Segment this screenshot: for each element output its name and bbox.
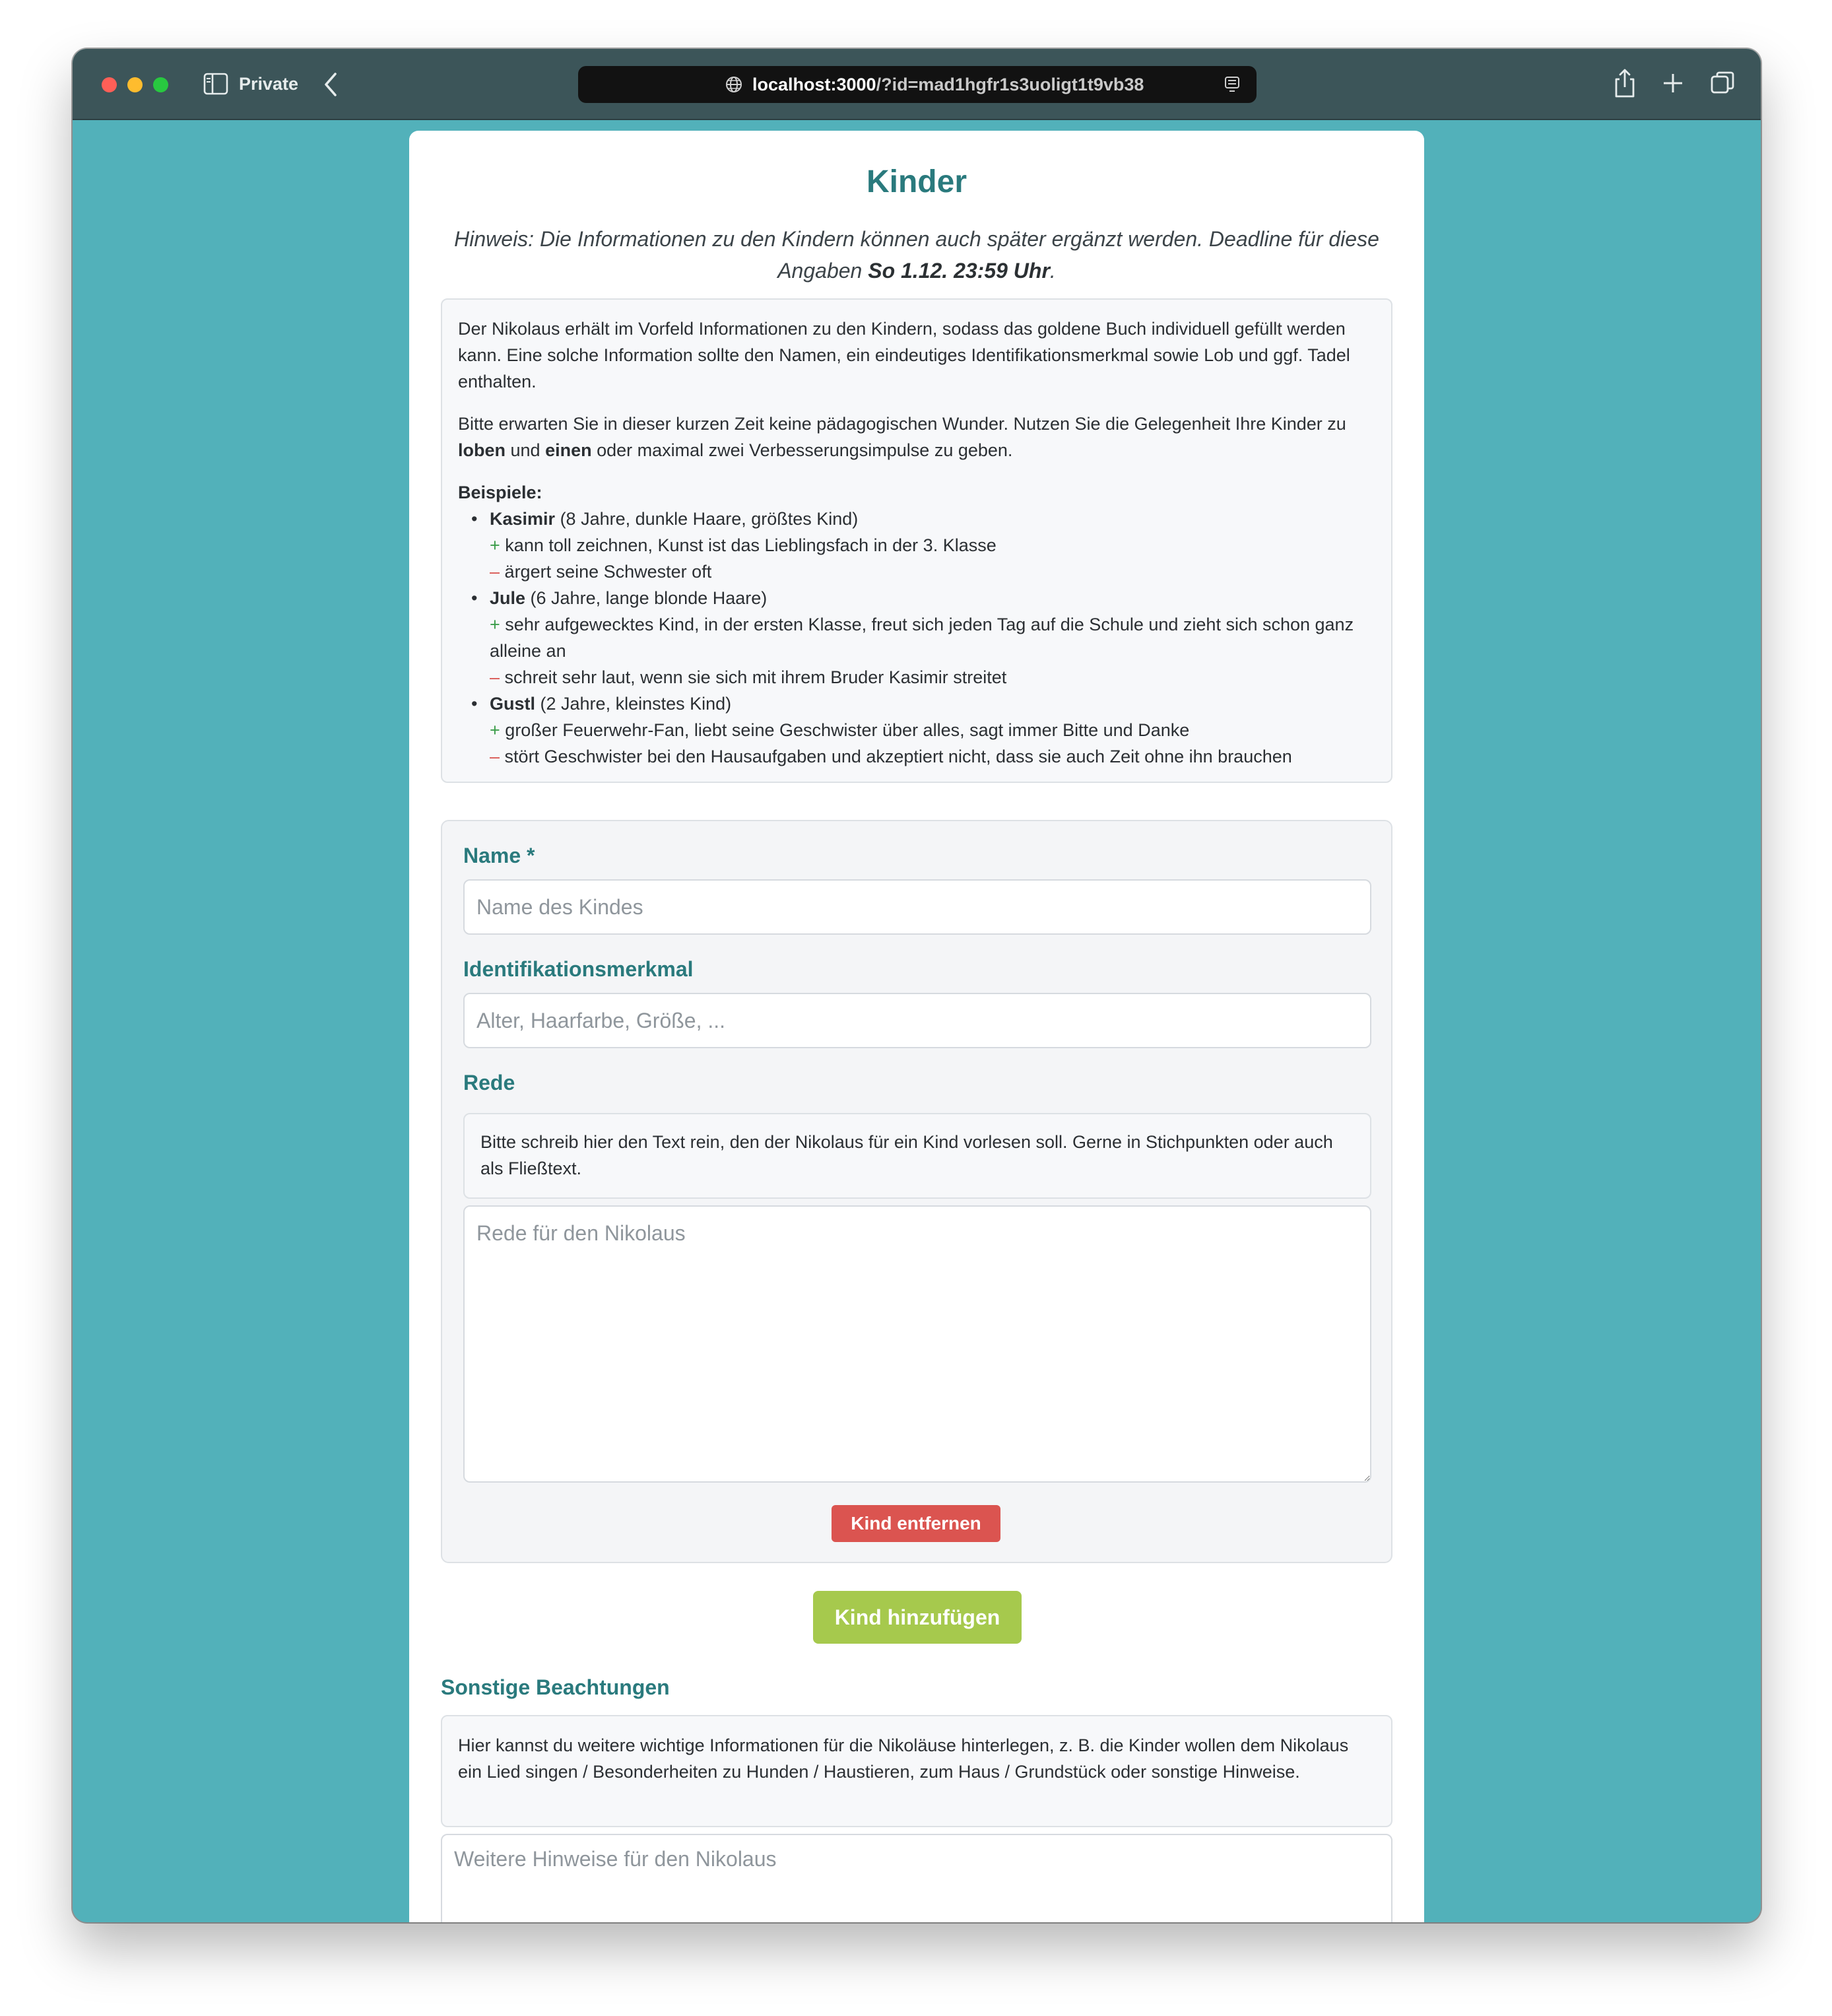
share-icon[interactable] bbox=[1612, 67, 1638, 99]
globe-icon bbox=[726, 77, 742, 92]
other-notes-textarea[interactable] bbox=[441, 1834, 1392, 1922]
example-desc: (8 Jahre, dunkle Haare, größtes Kind) bbox=[555, 509, 859, 529]
minus-sign: – bbox=[490, 562, 500, 582]
info-text: oder maximal zwei Verbesserungsimpulse z… bbox=[591, 440, 1013, 460]
hint-end: . bbox=[1049, 259, 1056, 283]
examples-heading: Beispiele: bbox=[458, 483, 542, 502]
info-paragraph-1: Der Nikolaus erhält im Vorfeld Informati… bbox=[458, 319, 1350, 391]
speech-hint: Bitte schreib hier den Text rein, den de… bbox=[463, 1113, 1371, 1199]
identification-input[interactable] bbox=[463, 993, 1371, 1048]
other-notes-title: Sonstige Beachtungen bbox=[441, 1675, 670, 1699]
identification-label: Identifikationsmerkmal bbox=[463, 957, 694, 981]
chevron-left-icon[interactable] bbox=[321, 70, 341, 99]
info-text: und bbox=[506, 440, 546, 460]
child-form: Name * Identifikationsmerkmal Rede Bitte… bbox=[441, 820, 1392, 1563]
plus-sign: + bbox=[490, 615, 500, 634]
speech-label: Rede bbox=[463, 1071, 515, 1094]
browser-window: Private localhost:3000/?id=mad1hgfr1s3uo… bbox=[73, 49, 1761, 1922]
deadline-hint: Hinweis: Die Informationen zu den Kinder… bbox=[440, 223, 1394, 286]
example-praise: großer Feuerwehr-Fan, liebt seine Geschw… bbox=[505, 720, 1190, 740]
minus-sign: – bbox=[490, 747, 500, 766]
example-name: Jule bbox=[490, 588, 526, 608]
address-bar[interactable]: localhost:3000/?id=mad1hgfr1s3uoligt1t9v… bbox=[578, 66, 1257, 103]
info-bold: einen bbox=[545, 440, 592, 460]
example-desc: (6 Jahre, lange blonde Haare) bbox=[525, 588, 768, 608]
add-child-button[interactable]: Kind hinzufügen bbox=[813, 1591, 1022, 1644]
example-criticism: stört Geschwister bei den Hausaufgaben u… bbox=[504, 747, 1292, 766]
info-bold: loben bbox=[458, 440, 506, 460]
example-desc: (2 Jahre, kleinstes Kind) bbox=[535, 694, 732, 714]
name-label: Name * bbox=[463, 844, 535, 867]
list-item: Jule (6 Jahre, lange blonde Haare) + seh… bbox=[471, 585, 1375, 690]
reader-icon[interactable] bbox=[1224, 75, 1241, 94]
list-item: Gustl (2 Jahre, kleinstes Kind) + großer… bbox=[471, 690, 1375, 770]
url-text: localhost:3000/?id=mad1hgfr1s3uoligt1t9v… bbox=[752, 75, 1144, 95]
examples-list: Kasimir (8 Jahre, dunkle Haare, größtes … bbox=[458, 506, 1375, 770]
hint-deadline: So 1.12. 23:59 Uhr bbox=[868, 259, 1050, 283]
child-name-input[interactable] bbox=[463, 879, 1371, 935]
example-criticism: ärgert seine Schwester oft bbox=[504, 562, 712, 582]
info-paragraph-2: Bitte erwarten Sie in dieser kurzen Zeit… bbox=[458, 411, 1375, 463]
zoom-window-button[interactable] bbox=[153, 77, 168, 92]
other-notes-hint: Hier kannst du weitere wichtige Informat… bbox=[441, 1715, 1392, 1827]
info-box: Der Nikolaus erhält im Vorfeld Informati… bbox=[441, 298, 1392, 783]
page-viewport[interactable]: Kinder Hinweis: Die Informationen zu den… bbox=[73, 120, 1761, 1922]
example-praise: kann toll zeichnen, Kunst ist das Liebli… bbox=[505, 535, 997, 555]
minimize-window-button[interactable] bbox=[127, 77, 143, 92]
remove-child-button[interactable]: Kind entfernen bbox=[832, 1505, 1000, 1542]
url-path: /?id=mad1hgfr1s3uoligt1t9vb38 bbox=[876, 75, 1144, 94]
url-host: localhost:3000 bbox=[752, 75, 876, 94]
example-praise: sehr aufgewecktes Kind, in der ersten Kl… bbox=[490, 615, 1354, 661]
sidebar-icon[interactable] bbox=[203, 73, 228, 95]
browser-toolbar: Private localhost:3000/?id=mad1hgfr1s3uo… bbox=[73, 49, 1761, 120]
list-item: Kasimir (8 Jahre, dunkle Haare, größtes … bbox=[471, 506, 1375, 585]
close-window-button[interactable] bbox=[102, 77, 117, 92]
info-text: Bitte erwarten Sie in dieser kurzen Zeit… bbox=[458, 414, 1346, 434]
form-card: Kinder Hinweis: Die Informationen zu den… bbox=[409, 131, 1424, 1922]
plus-icon[interactable] bbox=[1660, 70, 1685, 96]
example-name: Gustl bbox=[490, 694, 536, 714]
tabs-overview-icon[interactable] bbox=[1709, 70, 1736, 96]
page-title: Kinder bbox=[866, 164, 967, 199]
private-mode-label: Private bbox=[239, 74, 299, 94]
speech-textarea[interactable] bbox=[463, 1205, 1371, 1483]
example-name: Kasimir bbox=[490, 509, 556, 529]
minus-sign: – bbox=[490, 667, 500, 687]
plus-sign: + bbox=[490, 535, 500, 555]
plus-sign: + bbox=[490, 720, 500, 740]
example-criticism: schreit sehr laut, wenn sie sich mit ihr… bbox=[504, 667, 1007, 687]
